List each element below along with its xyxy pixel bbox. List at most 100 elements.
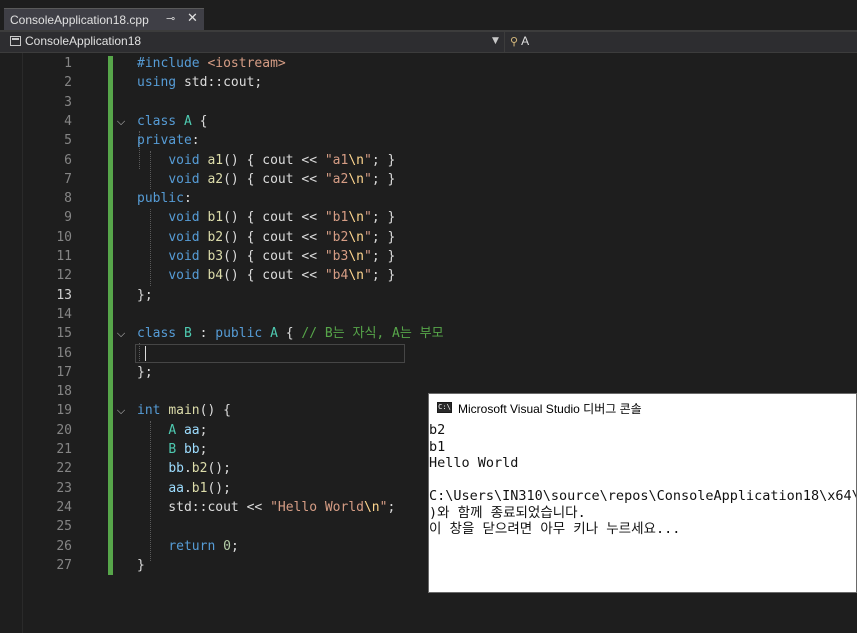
text-caret [145,346,146,361]
code-token: ; } [371,210,396,226]
code-token: \n [348,229,364,245]
code-token: "b3 [324,249,349,264]
code-line[interactable]: void a1() { cout << "a1\n"; } [137,151,395,170]
code-token: b4 [207,268,224,284]
code-token: "b1 [324,210,349,226]
code-token: A [270,326,278,342]
line-number: 16 [56,345,72,361]
code-line[interactable]: using std::cout; [137,73,262,92]
code-token: "Hello World [270,499,364,515]
code-token: }; [137,364,153,380]
code-token: ; } [371,152,396,168]
code-token: // B는 자식, A는 부모 [301,326,444,342]
console-line: b2 [429,422,446,438]
console-title-bar[interactable]: C:\ Microsoft Visual Studio 디버그 콘솔 [429,394,856,422]
console-line: )와 함께 종료되었습니다. [429,504,586,521]
change-tracking-bar [108,56,113,575]
code-token: "a2 [324,171,349,187]
code-token: " [364,268,372,284]
code-line[interactable]: } [137,556,145,575]
code-token: \n [348,249,364,264]
code-line[interactable]: bb.b2(); [137,459,231,478]
line-number: 22 [56,461,72,477]
code-token: a2 [207,171,224,187]
code-token: \n [348,171,364,187]
code-token: using [137,75,177,91]
code-line[interactable]: B bb; [137,440,207,459]
code-token: <iostream> [207,56,286,71]
code-token: " [364,171,372,187]
code-token: { [277,326,302,342]
code-line[interactable]: return 0; [137,537,239,556]
line-number: 15 [56,326,72,342]
code-token: b1 [191,480,208,496]
fold-toggle-icon[interactable]: ⌵ [114,401,128,420]
code-token: a1 [207,152,224,168]
code-line[interactable]: void b3() { cout << "b3\n"; } [137,247,395,266]
code-line[interactable]: private: [137,131,200,150]
code-token: bb [168,461,184,477]
line-number: 27 [56,557,72,573]
code-line[interactable]: A aa; [137,421,207,440]
editor-margin [0,53,23,633]
code-token: main [168,403,200,419]
project-label: ConsoleApplication18 [25,34,142,48]
code-line[interactable]: std::cout << "Hello World\n"; [137,498,395,517]
line-number: 13 [56,287,72,303]
code-line[interactable]: void b2() { cout << "b2\n"; } [137,228,395,247]
line-number: 2 [64,75,72,91]
line-number: 18 [56,384,72,400]
code-token: return [168,538,216,554]
member-dropdown[interactable]: ⚲ A [510,34,529,48]
tab-title: ConsoleApplication18.cpp [10,12,149,27]
close-icon[interactable]: ✕ [187,11,198,26]
code-token: "b4 [324,268,349,284]
code-line[interactable]: void a2() { cout << "a2\n"; } [137,170,395,189]
line-number: 11 [56,249,72,264]
project-dropdown[interactable]: ConsoleApplication18 [10,34,141,48]
code-token: () { cout << [223,268,325,284]
code-line[interactable]: int main() { [137,401,231,420]
debug-console-window[interactable]: C:\ Microsoft Visual Studio 디버그 콘솔 b2 b1 H… [428,393,857,593]
code-token: void [168,268,200,284]
code-token: () { [199,403,231,419]
code-token: void [168,229,200,245]
code-line[interactable]: }; [137,363,153,382]
code-line[interactable]: class B : public A { // B는 자식, A는 부모 [137,324,444,343]
code-token: b1 [207,210,224,226]
code-line[interactable]: void b4() { cout << "b4\n"; } [137,266,395,285]
line-number: 6 [64,152,72,168]
tab-consoleapplication18-cpp[interactable]: ConsoleApplication18.cpp ⊸ ✕ [4,8,204,30]
chevron-down-icon[interactable]: ▼ [492,36,499,46]
tab-strip: ConsoleApplication18.cpp ⊸ ✕ [0,0,857,32]
code-token: : [191,133,200,149]
code-token: \n [348,210,364,226]
code-line[interactable]: void b1() { cout << "b1\n"; } [137,208,395,227]
code-token: () { cout << [223,249,325,264]
code-line[interactable]: class A { [137,112,207,131]
fold-toggle-icon[interactable]: ⌵ [114,324,128,343]
code-token: class [137,326,177,342]
code-line[interactable]: public: [137,189,192,208]
code-token: #include [137,56,208,71]
code-token: () { cout << [223,210,325,226]
code-token: (); [207,461,231,477]
pin-icon[interactable]: ⊸ [166,12,175,25]
code-token: ; [230,538,239,554]
code-token: () { cout << [223,152,325,168]
code-token: int [137,403,161,419]
code-line[interactable]: }; [137,286,153,305]
line-number: 7 [64,171,72,187]
code-token: B [183,326,192,342]
line-number: 8 [64,191,72,207]
code-token: void [168,210,200,226]
code-line[interactable]: #include <iostream> [137,54,286,73]
code-token: . [183,480,192,496]
code-line[interactable]: aa.b1(); [137,479,231,498]
fold-toggle-icon[interactable]: ⌵ [114,112,128,131]
code-token: \n [348,268,364,284]
